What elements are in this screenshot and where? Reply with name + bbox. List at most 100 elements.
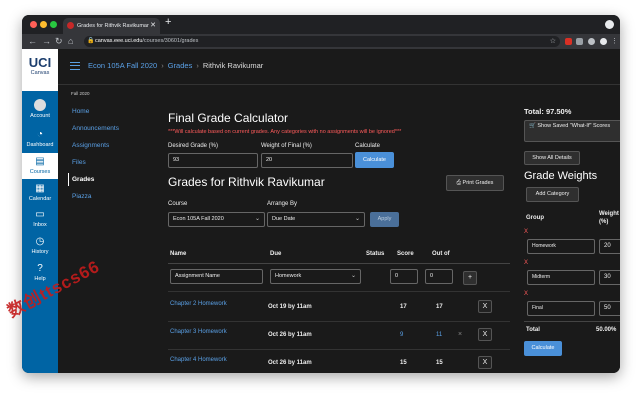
address-bar[interactable]: 🔒 canvas.eee.uci.edu/courses/30601/grade… (84, 36, 560, 47)
assignment-link[interactable]: Chapter 3 Homework (170, 329, 227, 335)
add-category-button[interactable]: Add Category (526, 187, 579, 202)
course-nav: Fall 2020 Home Announcements Assignments… (68, 91, 128, 207)
nav-dashboard-label: Dashboard (26, 142, 54, 148)
remove-group-icon[interactable]: X (524, 229, 528, 235)
logo-text: UCI (28, 55, 52, 70)
assignment-out-of: 15 (436, 360, 443, 366)
new-tab-button[interactable]: + (165, 16, 171, 28)
nav-courses[interactable]: ▤ Courses (22, 153, 58, 179)
show-saved-scores-button[interactable]: 🛒 Show Saved "What-If" Scores (524, 120, 620, 142)
new-assignment-name-input[interactable]: Assignment Name (170, 269, 263, 284)
weight-header: Weight (%) (599, 211, 619, 225)
nav-calendar[interactable]: ▦ Calendar (22, 183, 58, 202)
print-grades-label: Print Grades (462, 180, 494, 186)
revert-score-icon[interactable]: × (458, 331, 462, 338)
home-icon[interactable]: ⌂ (68, 35, 73, 48)
global-nav: UCI Canvas Account ◔ Dashboard ▤ Courses… (22, 49, 58, 373)
nav-history[interactable]: ◷ History (22, 236, 58, 255)
canvas-favicon-icon (67, 22, 74, 29)
tab-close-icon[interactable]: ✕ (150, 18, 156, 34)
assignment-link[interactable]: Chapter 4 Homework (170, 357, 227, 363)
history-icon: ◷ (35, 236, 45, 247)
nav-courses-label: Courses (29, 169, 51, 175)
extension-grey-icon[interactable] (576, 38, 583, 45)
course-nav-files[interactable]: Files (68, 156, 128, 169)
nav-dashboard[interactable]: ◔ Dashboard (22, 129, 58, 148)
desired-grade-label: Desired Grade (%) (168, 143, 219, 149)
course-nav-piazza[interactable]: Piazza (68, 190, 128, 203)
add-assignment-button[interactable]: + (463, 271, 477, 285)
extension-red-icon[interactable] (565, 38, 572, 45)
back-icon[interactable]: ← (28, 35, 37, 48)
remove-group-icon[interactable]: X (524, 291, 528, 297)
course-nav-home[interactable]: Home (68, 105, 128, 118)
courses-icon: ▤ (35, 156, 45, 167)
course-nav-announcements[interactable]: Announcements (68, 122, 128, 135)
course-nav-assignments[interactable]: Assignments (68, 139, 128, 152)
assignment-score[interactable]: 17 (400, 304, 407, 310)
breadcrumb-grades[interactable]: Grades (168, 61, 193, 70)
column-header-status: Status (366, 251, 385, 257)
show-saved-scores-label: Show Saved "What-If" Scores (537, 123, 611, 129)
assignment-link[interactable]: Chapter 2 Homework (170, 301, 227, 307)
new-assignment-category-select[interactable]: Homework ⌄ (270, 269, 361, 284)
show-all-details-button[interactable]: Show All Details (524, 151, 580, 165)
desired-grade-input[interactable]: 93 (168, 153, 258, 168)
course-nav-grades[interactable]: Grades (68, 173, 128, 186)
weights-calculate-button[interactable]: Calculate (524, 341, 562, 356)
group-name-input[interactable]: Final (527, 301, 595, 316)
help-icon: ? (37, 263, 43, 274)
assignment-due: Oct 26 by 11am (268, 332, 312, 338)
profile-icon[interactable] (605, 20, 614, 29)
nav-inbox[interactable]: ▭ Inbox (22, 209, 58, 228)
close-window-button[interactable] (30, 21, 37, 28)
extensions-puzzle-icon[interactable] (588, 38, 595, 45)
group-weight-input[interactable]: 20 (599, 239, 620, 254)
course-select[interactable]: Econ 105A Fall 2020 ⌄ (168, 212, 265, 227)
nav-history-label: History (31, 249, 49, 255)
tab-bar: Grades for Rithvik Ravikumar ✕ + (22, 15, 620, 34)
remove-assignment-button[interactable]: X (478, 356, 492, 369)
table-row: Chapter 2 Homework Oct 19 by 11am 17 17 … (168, 294, 510, 322)
column-header-name: Name (170, 251, 187, 257)
breadcrumb: Econ 105A Fall 2020 › Grades › Rithvik Ravik… (88, 61, 264, 70)
bookmark-star-icon[interactable]: ☆ (550, 36, 556, 47)
weights-total-label: Total (526, 327, 540, 333)
print-grades-button[interactable]: ⎙ Print Grades (446, 175, 504, 191)
remove-assignment-button[interactable]: X (478, 328, 492, 341)
remove-assignment-button[interactable]: X (478, 300, 492, 313)
group-name-input[interactable]: Midterm (527, 270, 595, 285)
arrange-select[interactable]: Due Date ⌄ (267, 212, 365, 227)
course-header: Econ 105A Fall 2020 › Grades › Rithvik Ravik… (58, 49, 620, 85)
remove-group-icon[interactable]: X (524, 260, 528, 266)
reload-icon[interactable]: ↻ (55, 35, 63, 48)
grade-weights-title: Grade Weights (524, 170, 598, 182)
new-out-of-input[interactable]: 0 (425, 269, 453, 284)
grades-title: Grades for Rithvik Ravikumar (168, 175, 325, 189)
menu-kebab-icon[interactable]: ⋮ (611, 35, 618, 48)
logo-subtitle: Canvas (30, 70, 50, 76)
hamburger-menu-icon[interactable] (70, 62, 80, 70)
uci-logo[interactable]: UCI Canvas (22, 49, 58, 91)
maximize-window-button[interactable] (50, 21, 57, 28)
group-name-input[interactable]: Homework (527, 239, 595, 254)
group-weight-input[interactable]: 50 (599, 301, 620, 316)
chevron-down-icon: ⌄ (350, 273, 356, 279)
avatar[interactable] (600, 38, 607, 45)
assignment-score[interactable]: 15 (400, 360, 407, 366)
weight-final-label: Weight of Final (%) (261, 143, 312, 149)
weights-total-value: 50.00% (596, 327, 617, 333)
weight-final-input[interactable]: 20 (261, 153, 353, 168)
course-label: Course (168, 201, 188, 207)
group-weight-input[interactable]: 30 (599, 270, 620, 285)
url-domain: canvas.eee.uci.edu (95, 38, 143, 44)
assignment-score[interactable]: 9 (400, 332, 403, 338)
apply-button[interactable]: Apply (370, 212, 399, 227)
browser-tab[interactable]: Grades for Rithvik Ravikumar ✕ (63, 18, 160, 34)
forward-icon[interactable]: → (42, 35, 51, 48)
minimize-window-button[interactable] (40, 21, 47, 28)
new-score-input[interactable]: 0 (390, 269, 418, 284)
breadcrumb-course[interactable]: Econ 105A Fall 2020 (88, 61, 157, 70)
calculate-button[interactable]: Calculate (355, 152, 394, 168)
nav-account[interactable]: Account (22, 99, 58, 119)
